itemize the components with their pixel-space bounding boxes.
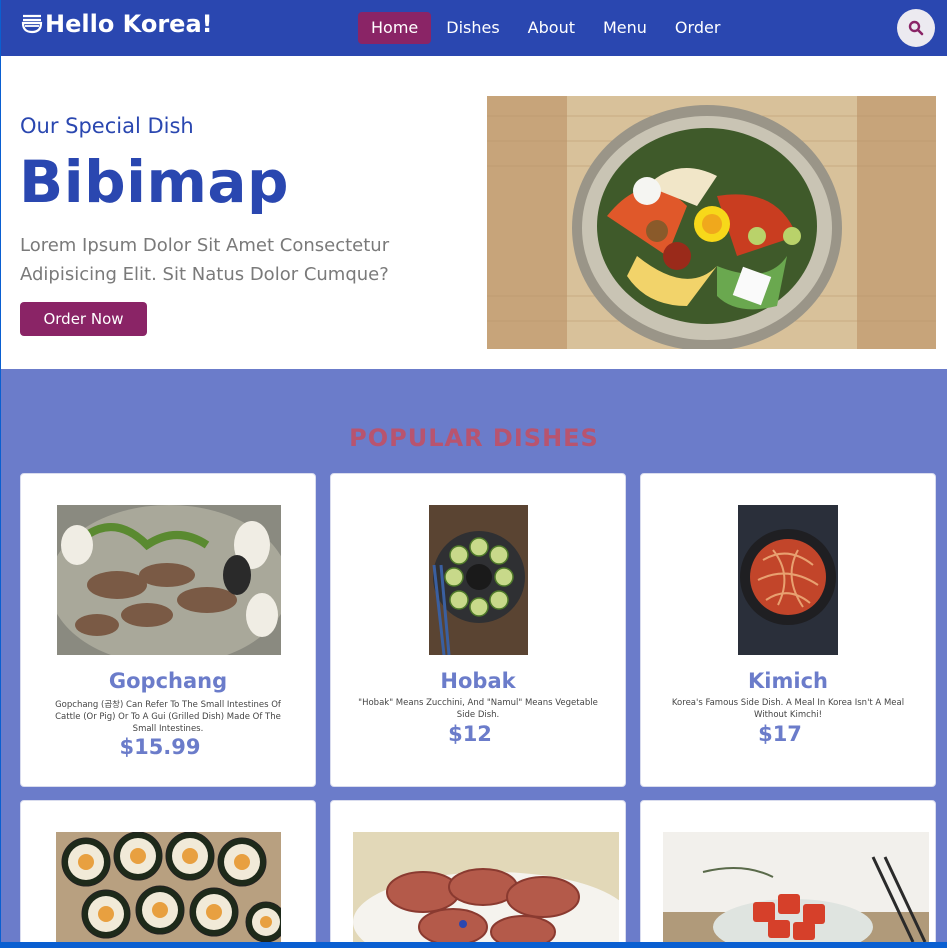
- dish-card[interactable]: Hobak "Hobak" Means Zucchini, And "Namul…: [330, 473, 626, 787]
- logo-text: Hello Korea!: [45, 10, 213, 38]
- dish-name: Kimich: [748, 669, 828, 693]
- kkakdugi-image: [663, 832, 929, 942]
- dish-price: $15.99: [119, 735, 201, 759]
- dish-description: "Hobak" Means Zucchini, And "Namul" Mean…: [358, 698, 598, 720]
- dish-price: $17: [758, 722, 802, 746]
- logo[interactable]: Hello Korea!: [21, 10, 213, 38]
- dish-card[interactable]: Kimich Korea's Famous Side Dish. A Meal …: [640, 473, 936, 787]
- section-title: POPULAR DISHES: [349, 424, 599, 452]
- order-now-button[interactable]: Order Now: [20, 302, 147, 336]
- hobak-image: [429, 505, 528, 655]
- kimbap-image: [56, 832, 281, 942]
- search-icon: [908, 20, 924, 36]
- nav-home[interactable]: Home: [358, 12, 432, 44]
- gopchang-image: [57, 505, 281, 655]
- hero-text: Lorem Ipsum Dolor Sit Amet Consectetur A…: [20, 235, 390, 285]
- nav-about[interactable]: About: [515, 12, 588, 44]
- nav-order[interactable]: Order: [662, 12, 733, 44]
- search-button[interactable]: [897, 9, 935, 47]
- header: Hello Korea! Home Dishes About Menu Orde…: [1, 0, 947, 56]
- dish-card[interactable]: [640, 800, 936, 942]
- main-nav: Home Dishes About Menu Order: [358, 12, 735, 44]
- hero-section: Our Special Dish Bibimap Lorem Ipsum Dol…: [1, 56, 947, 369]
- sundae-image: [353, 832, 619, 942]
- dish-description: Korea's Famous Side Dish. A Meal In Kore…: [671, 698, 905, 720]
- browser-viewport: Hello Korea! Home Dishes About Menu Orde…: [1, 0, 947, 942]
- bowl-icon: [21, 14, 43, 34]
- dish-description: Gopchang (곱창) Can Refer To The Small Int…: [55, 700, 281, 734]
- dish-card[interactable]: Gopchang Gopchang (곱창) Can Refer To The …: [20, 473, 316, 787]
- scroll-indicator: [459, 920, 467, 928]
- dish-card[interactable]: [20, 800, 316, 942]
- dish-name: Gopchang: [108, 669, 228, 693]
- nav-dishes[interactable]: Dishes: [433, 12, 512, 44]
- nav-menu[interactable]: Menu: [590, 12, 660, 44]
- hero-subtitle: Our Special Dish: [20, 114, 194, 138]
- bibimbap-image: [487, 96, 936, 349]
- kimchi-image: [738, 505, 838, 655]
- hero-title: Bibimap: [19, 148, 290, 216]
- dish-card[interactable]: [330, 800, 626, 942]
- dish-price: $12: [448, 722, 492, 746]
- dish-name: Hobak: [440, 669, 516, 693]
